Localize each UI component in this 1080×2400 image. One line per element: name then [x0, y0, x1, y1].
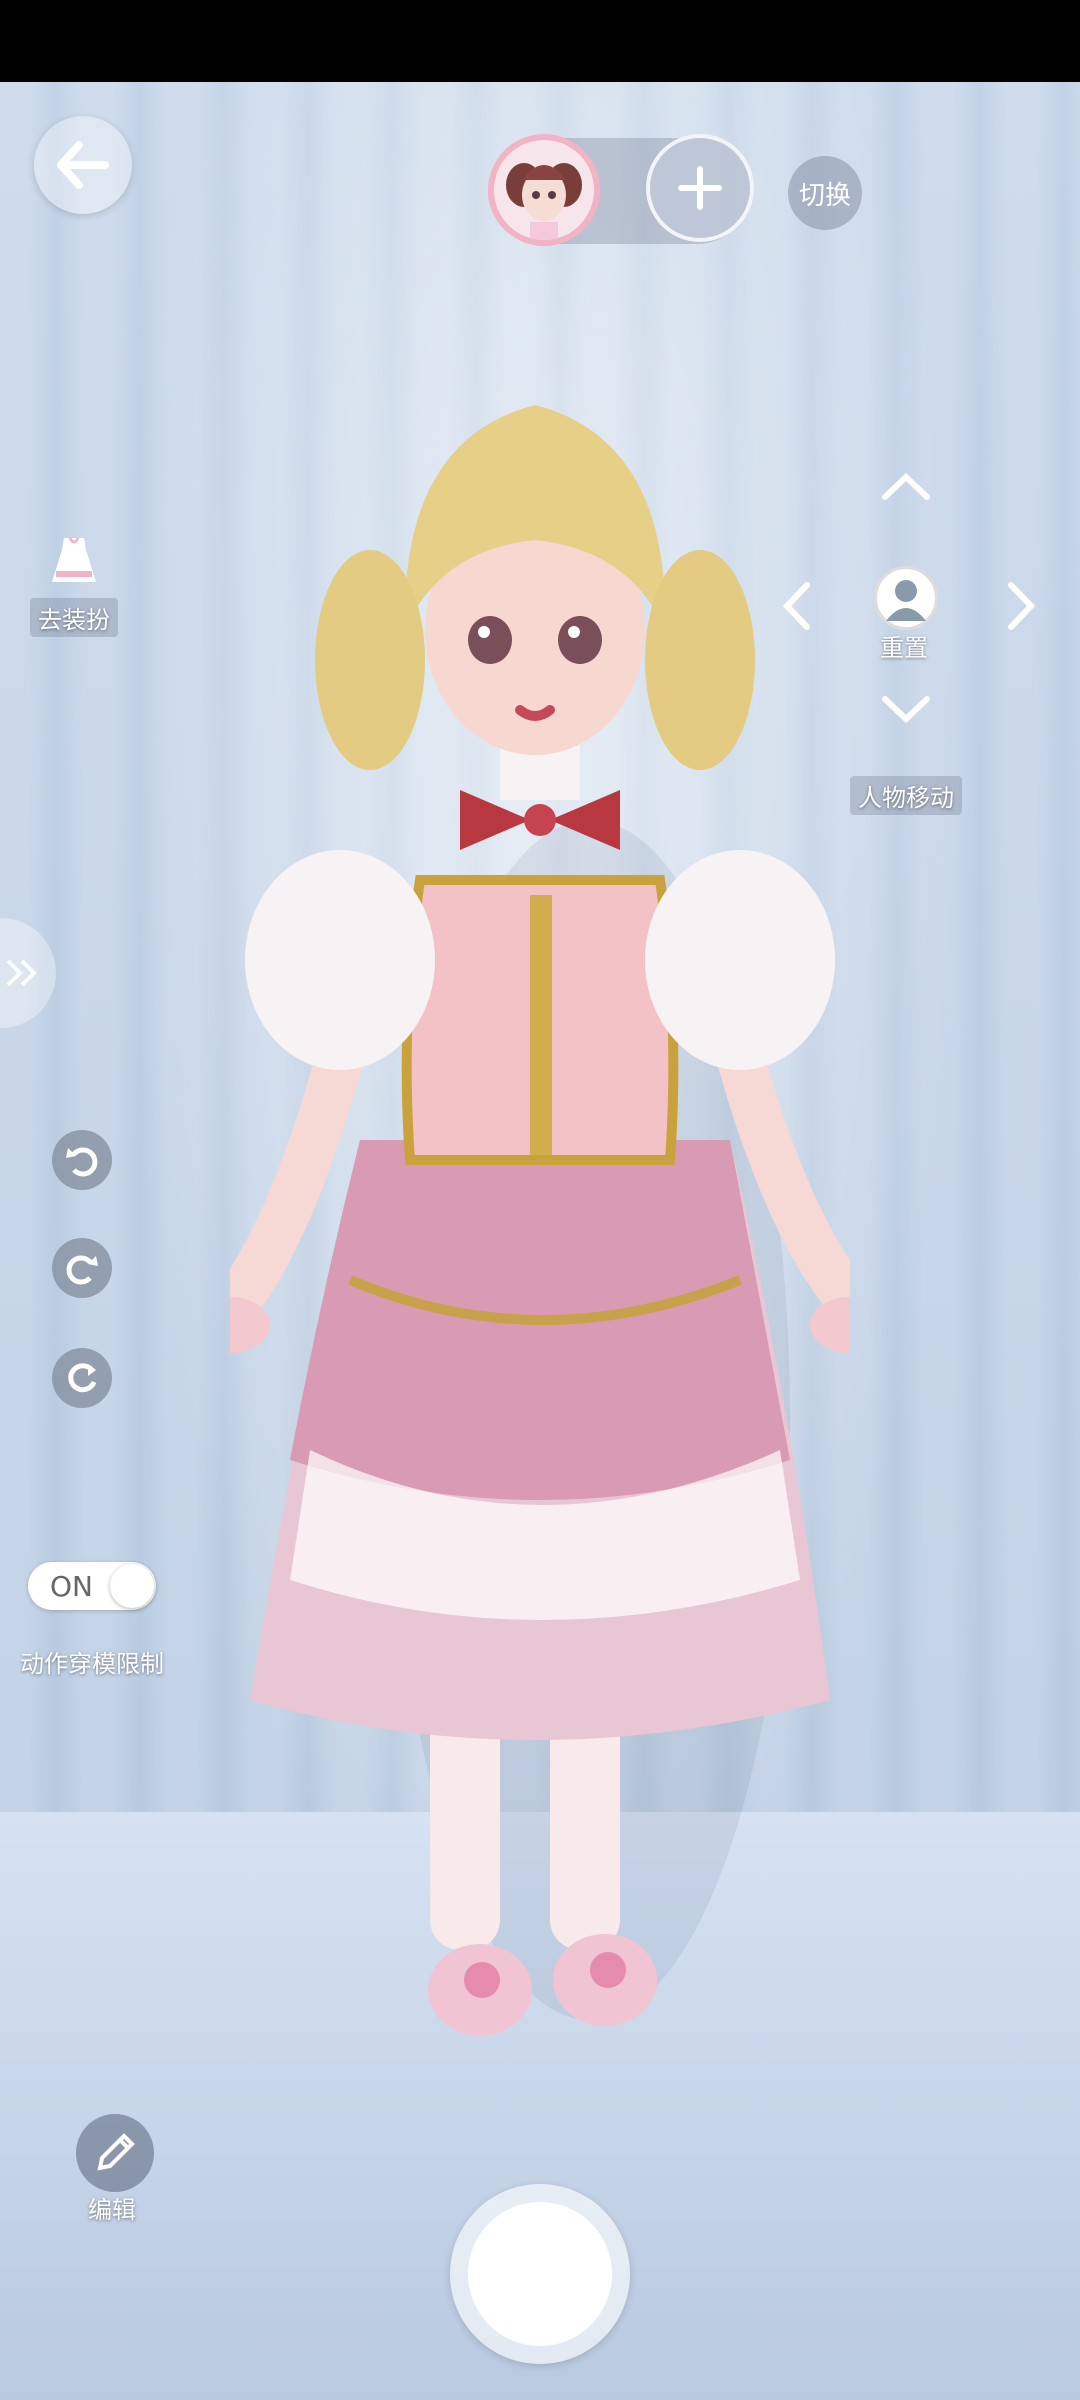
chevron-left-icon	[782, 582, 810, 630]
toggle-knob	[110, 1564, 154, 1608]
avatar-portrait	[494, 140, 594, 240]
toggle-state-text: ON	[50, 1570, 93, 1603]
undo-icon	[66, 1147, 98, 1177]
chevron-right-icon	[1008, 582, 1036, 630]
refresh-button[interactable]	[52, 1348, 112, 1408]
redo-icon	[66, 1255, 98, 1285]
dress-icon	[52, 537, 96, 582]
add-character-button[interactable]	[646, 134, 754, 242]
chevron-down-icon	[882, 696, 930, 724]
back-arrow-icon	[57, 141, 109, 189]
refresh-icon	[68, 1363, 97, 1393]
back-button[interactable]	[34, 116, 132, 214]
redo-button[interactable]	[52, 1238, 112, 1298]
capture-button[interactable]	[450, 2184, 630, 2364]
capture-button-inner	[468, 2202, 612, 2346]
double-chevron-right-icon	[6, 959, 37, 987]
chevron-up-icon	[882, 472, 930, 500]
character-move-label: 人物移动	[850, 776, 962, 815]
reset-position-button[interactable]	[874, 566, 938, 630]
character-model	[230, 405, 850, 2036]
plus-icon	[678, 166, 722, 210]
move-left-button[interactable]	[766, 576, 826, 636]
switch-button[interactable]: 切换	[788, 156, 862, 230]
edit-button[interactable]	[76, 2114, 154, 2192]
remove-outfit-button[interactable]	[44, 530, 104, 590]
pencil-icon	[97, 2133, 135, 2171]
remove-outfit-label: 去装扮	[30, 598, 118, 637]
undo-button[interactable]	[52, 1130, 112, 1190]
current-character-avatar[interactable]	[488, 134, 600, 246]
move-right-button[interactable]	[992, 576, 1052, 636]
move-up-button[interactable]	[876, 456, 936, 516]
reset-label: 重置	[880, 634, 928, 662]
edit-label: 编辑	[88, 2196, 136, 2224]
clip-limit-toggle[interactable]: ON	[28, 1562, 156, 1610]
person-icon	[886, 580, 926, 621]
status-bar	[0, 0, 1080, 82]
clip-limit-label: 动作穿模限制	[20, 1650, 164, 1678]
move-down-button[interactable]	[876, 680, 936, 740]
